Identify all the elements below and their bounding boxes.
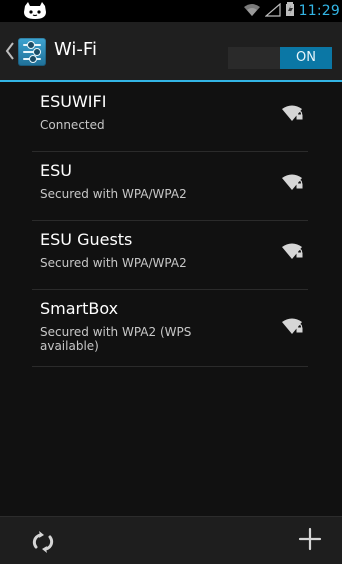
page-title: Wi-Fi (54, 39, 97, 60)
wifi-locked-icon (280, 104, 304, 122)
network-item-smartbox[interactable]: SmartBox Secured with WPA2 (WPS availabl… (32, 289, 308, 367)
add-network-icon[interactable] (298, 527, 322, 551)
network-item-esu-guests[interactable]: ESU Guests Secured with WPA/WPA2 (32, 220, 308, 290)
android-cat-icon (22, 2, 48, 24)
status-time: 11:29 (298, 3, 340, 19)
network-status: Connected (40, 118, 105, 132)
wifi-locked-icon (280, 242, 304, 260)
network-ssid: ESU Guests (40, 230, 133, 249)
battery-charging-icon (285, 1, 295, 21)
network-ssid: ESUWIFI (40, 92, 107, 111)
network-ssid: SmartBox (40, 299, 119, 318)
wifi-locked-icon (280, 173, 304, 191)
back-chevron-icon[interactable] (4, 40, 16, 62)
wifi-network-list: ESUWIFI Connected ESU Secured with WPA/W… (0, 82, 342, 516)
wifi-locked-icon (280, 317, 304, 335)
wifi-signal-icon (243, 2, 261, 21)
network-status: Secured with WPA/WPA2 (40, 187, 187, 201)
wifi-settings-app-icon[interactable] (18, 38, 46, 66)
wifi-toggle[interactable]: ON (228, 47, 332, 69)
status-right: 11:29 (243, 0, 342, 22)
status-bar: 11:29 (0, 0, 342, 22)
bottom-bar (0, 516, 342, 564)
cell-signal-icon (264, 2, 281, 21)
action-bar: Wi-Fi ON (0, 22, 342, 82)
scan-refresh-icon[interactable] (30, 529, 56, 555)
network-ssid: ESU (40, 161, 72, 180)
network-item-esuwifi[interactable]: ESUWIFI Connected (32, 82, 308, 152)
wifi-toggle-on-label: ON (280, 47, 332, 69)
network-status: Secured with WPA2 (WPS available) (40, 325, 192, 353)
network-item-esu[interactable]: ESU Secured with WPA/WPA2 (32, 151, 308, 221)
network-status: Secured with WPA/WPA2 (40, 256, 187, 270)
